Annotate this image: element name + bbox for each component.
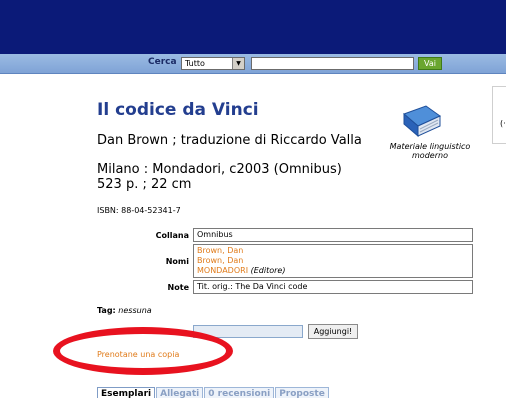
collana-label: Collana (155, 230, 189, 240)
nomi-label: Nomi (165, 256, 189, 266)
author-link[interactable]: Brown, Dan (197, 246, 469, 256)
add-tag-button[interactable]: Aggiungi! (308, 324, 358, 339)
note-value: Tit. orig.: The Da Vinci code (193, 280, 473, 294)
blue-book-icon (403, 105, 441, 138)
search-scope-select[interactable]: Tutto ▼ (181, 57, 245, 70)
tab-recensioni[interactable]: 0 recensioni (204, 387, 275, 398)
publisher-role: (Editore) (250, 266, 286, 275)
side-panel-edge (492, 86, 506, 144)
tab-proposte[interactable]: Proposte (275, 387, 329, 398)
note-label: Note (167, 282, 189, 292)
collana-value: Omnibus (193, 228, 473, 242)
record-author: Dan Brown ; traduzione di Riccardo Valla (97, 133, 362, 148)
table-row: Note Tit. orig.: The Da Vinci code (97, 280, 473, 294)
table-row: Nomi Brown, Dan Brown, Dan MONDADORI (Ed… (97, 244, 473, 278)
publisher-entry: MONDADORI (Editore) (197, 266, 469, 276)
tab-esemplari[interactable]: Esemplari (97, 387, 156, 398)
record-publication-line: Milano : Mondadori, c2003 (Omnibus) (97, 162, 342, 177)
tab-allegati[interactable]: Allegati (156, 387, 204, 398)
nomi-value: Brown, Dan Brown, Dan MONDADORI (Editore… (193, 244, 473, 278)
record-tabs: Esemplari Allegati 0 recensioni Proposte (97, 387, 329, 398)
chevron-down-icon[interactable]: ▼ (232, 58, 244, 69)
tag-line: Tag: nessuna (97, 306, 152, 315)
publisher-link[interactable]: MONDADORI (197, 266, 248, 275)
side-panel-glyph: (· (500, 119, 506, 128)
record-isbn: ISBN: 88-04-52341-7 (97, 206, 181, 215)
tag-label: Tag: (97, 306, 116, 315)
record-publication: Milano : Mondadori, c2003 (Omnibus) 523 … (97, 162, 342, 192)
author-link[interactable]: Brown, Dan (197, 256, 469, 266)
search-label: Cerca (148, 57, 177, 67)
table-row: Collana Omnibus (97, 228, 473, 242)
highlight-ellipse (53, 327, 233, 375)
search-bar: Cerca Tutto ▼ Vai (0, 54, 506, 74)
material-type-label: Materiale linguistico moderno (389, 142, 471, 160)
search-input[interactable] (251, 57, 414, 70)
record-title: Il codice da Vinci (97, 100, 259, 120)
search-scope-value: Tutto (185, 59, 205, 68)
search-go-button[interactable]: Vai (418, 57, 442, 70)
tag-value: nessuna (118, 306, 152, 315)
top-banner (0, 0, 506, 54)
record-extent: 523 p. ; 22 cm (97, 177, 192, 192)
record-details-table: Collana Omnibus Nomi Brown, Dan Brown, D… (97, 226, 473, 296)
